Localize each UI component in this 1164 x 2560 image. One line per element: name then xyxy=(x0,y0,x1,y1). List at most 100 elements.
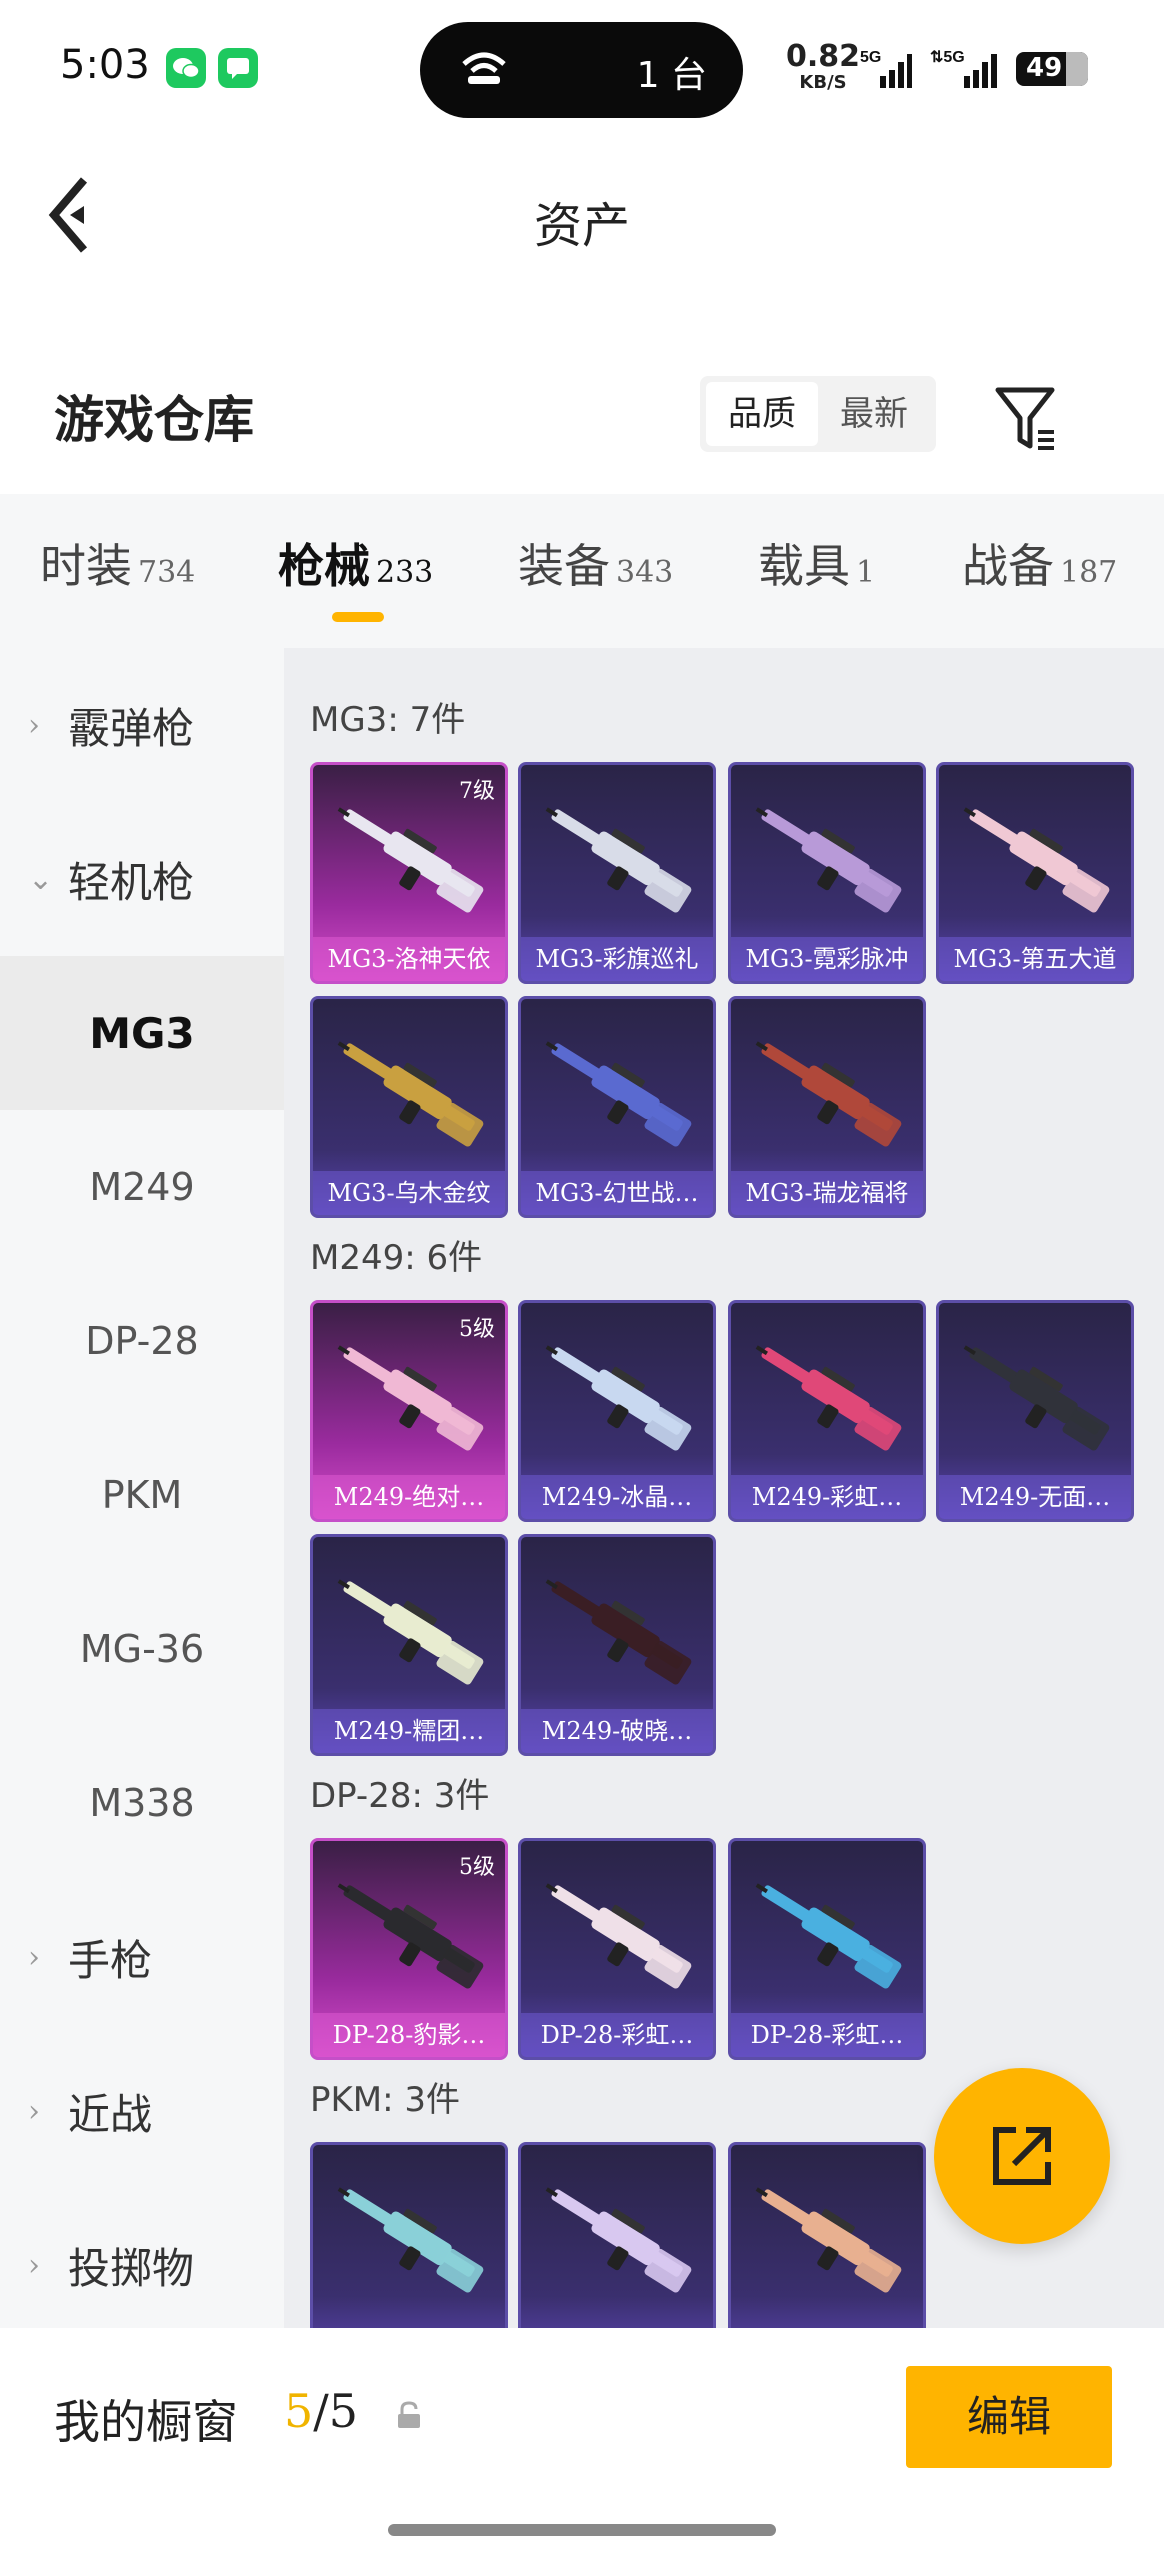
weapon-skin-icon xyxy=(545,807,692,913)
sort-by-newest[interactable]: 最新 xyxy=(818,382,930,446)
lock-icon xyxy=(398,2401,420,2428)
weapon-card[interactable]: 7级 MG3-洛神天依 xyxy=(310,762,508,984)
dynamic-island: 1 台 xyxy=(420,22,743,118)
share-icon xyxy=(993,2127,1051,2185)
chevron-right-icon: › xyxy=(28,707,40,743)
status-bar: 5:03 1 台 0.82 KB/S 5G ⇅5G 49 xyxy=(0,0,1164,140)
sidebar-item-label: M338 xyxy=(89,1781,195,1825)
group-title: MG3: 7件 xyxy=(310,700,466,740)
chevron-right-icon: › xyxy=(28,2093,40,2129)
weapon-card[interactable]: MG3-乌木金纹 xyxy=(310,996,508,1218)
weapon-skin-icon xyxy=(337,1345,484,1451)
sidebar-item-label: PKM xyxy=(101,1473,183,1517)
edit-button[interactable]: 编辑 xyxy=(906,2366,1112,2468)
weapon-card[interactable]: M249-冰晶… xyxy=(518,1300,716,1522)
sidebar-item-label: 投掷物 xyxy=(68,2243,195,2293)
weapon-card[interactable]: 5级 M249-绝对… xyxy=(310,1300,508,1522)
weapon-skin-icon xyxy=(337,1041,484,1147)
active-tab-indicator xyxy=(332,612,384,622)
weapon-category-sidebar: › 霰弹枪 ⌄ 轻机枪 MG3 M249 DP-28 PKM MG-36 M338 › 手枪 › 近战 › 投… xyxy=(0,648,284,2328)
sidebar-item-霰弹枪[interactable]: › 霰弹枪 xyxy=(0,648,284,802)
weapon-skin-icon xyxy=(963,1345,1110,1451)
sidebar-item-手枪[interactable]: › 手枪 xyxy=(0,1880,284,2034)
weapon-card[interactable] xyxy=(728,2142,926,2328)
showcase-bar: 我的橱窗 5/5 编辑 xyxy=(0,2328,1164,2560)
chevron-down-icon: ⌄ xyxy=(28,861,54,897)
weapon-name: M249-破晓… xyxy=(521,1709,713,1753)
sidebar-item-label: 手枪 xyxy=(68,1935,153,1985)
weapon-skin-icon xyxy=(337,2187,484,2293)
sidebar-item-mg-36[interactable]: MG-36 xyxy=(0,1572,284,1726)
tab-supplies[interactable]: 战备 187 xyxy=(962,530,1117,610)
weapon-name: M249-彩虹… xyxy=(731,1475,923,1519)
weapon-card[interactable]: MG3-第五大道 xyxy=(936,762,1134,984)
filter-button[interactable] xyxy=(990,380,1070,460)
weapon-name: MG3-幻世战… xyxy=(521,1171,713,1215)
sidebar-item-mg3[interactable]: MG3 xyxy=(0,956,284,1110)
tab-firearms[interactable]: 枪械 233 xyxy=(278,530,433,610)
weapon-skin-icon xyxy=(545,1041,692,1147)
weapon-name: M249-糯团… xyxy=(313,1709,505,1753)
sort-by-quality[interactable]: 品质 xyxy=(706,382,818,446)
weapon-skin-icon xyxy=(963,807,1110,913)
weapon-card[interactable]: MG3-霓彩脉冲 xyxy=(728,762,926,984)
weapon-skin-icon xyxy=(337,1579,484,1685)
weapon-card[interactable]: MG3-幻世战… xyxy=(518,996,716,1218)
signal-5g-icon: 5G xyxy=(860,49,912,88)
filter-icon xyxy=(995,387,1055,450)
weapon-card[interactable]: 5级 DP-28-豹影… xyxy=(310,1838,508,2060)
sidebar-item-dp-28[interactable]: DP-28 xyxy=(0,1264,284,1418)
wechat-icon xyxy=(166,48,206,88)
tab-equipment[interactable]: 装备 343 xyxy=(518,530,673,610)
status-time: 5:03 xyxy=(60,42,150,88)
showcase-label: 我的橱窗 xyxy=(54,2395,238,2449)
weapon-skin-icon xyxy=(755,2187,902,2293)
weapon-card[interactable]: M249-无面… xyxy=(936,1300,1134,1522)
group-title: DP-28: 3件 xyxy=(310,1776,490,1816)
weapon-name: M249-绝对… xyxy=(313,1475,505,1519)
sidebar-item-pkm[interactable]: PKM xyxy=(0,1418,284,1572)
group-title: M249: 6件 xyxy=(310,1238,483,1278)
weapon-skin-icon xyxy=(337,1883,484,1989)
share-button[interactable] xyxy=(934,2068,1110,2244)
weapon-card[interactable]: DP-28-彩虹… xyxy=(518,1838,716,2060)
sidebar-item-label: 霰弹枪 xyxy=(68,703,195,753)
weapon-name: MG3-第五大道 xyxy=(939,937,1131,981)
weapon-card[interactable]: M249-彩虹… xyxy=(728,1300,926,1522)
island-text: 1 台 xyxy=(636,55,707,96)
weapon-card[interactable] xyxy=(518,2142,716,2328)
wifi-icon xyxy=(462,52,506,84)
sidebar-item-m338[interactable]: M338 xyxy=(0,1726,284,1880)
weapon-card[interactable]: MG3-瑞龙福将 xyxy=(728,996,926,1218)
message-icon xyxy=(218,48,258,88)
svg-text:⇅5G: ⇅5G xyxy=(930,49,965,66)
sidebar-item-m249[interactable]: M249 xyxy=(0,1110,284,1264)
warehouse-title: 游戏仓库 xyxy=(54,391,254,449)
weapon-card[interactable]: M249-糯团… xyxy=(310,1534,508,1756)
sidebar-item-label: DP-28 xyxy=(85,1319,199,1363)
weapon-skin-icon xyxy=(755,1041,902,1147)
sidebar-item-近战[interactable]: › 近战 xyxy=(0,2034,284,2188)
chevron-right-icon: › xyxy=(28,1939,40,1975)
level-badge: 5级 xyxy=(459,1317,495,1342)
sidebar-item-label: 近战 xyxy=(68,2089,153,2139)
category-tabs: 时装 734 枪械 233 装备 343 载具 1 战备 187 xyxy=(0,494,1164,648)
showcase-count: 5/5 xyxy=(284,2384,359,2438)
tab-fashion[interactable]: 时装 734 xyxy=(40,530,195,610)
weapon-name: M249-无面… xyxy=(939,1475,1131,1519)
sidebar-item-投掷物[interactable]: › 投掷物 xyxy=(0,2188,284,2342)
weapon-card[interactable] xyxy=(310,2142,508,2328)
weapon-card[interactable]: DP-28-彩虹… xyxy=(728,1838,926,2060)
weapon-card[interactable]: MG3-彩旗巡礼 xyxy=(518,762,716,984)
level-badge: 7级 xyxy=(459,779,495,804)
weapon-skin-icon xyxy=(545,2187,692,2293)
weapon-card[interactable]: M249-破晓… xyxy=(518,1534,716,1756)
level-badge: 5级 xyxy=(459,1855,495,1880)
weapon-name: DP-28-豹影… xyxy=(313,2013,505,2057)
tab-vehicles[interactable]: 载具 1 xyxy=(758,530,875,610)
home-indicator xyxy=(388,2524,776,2536)
weapon-name: MG3-乌木金纹 xyxy=(313,1171,505,1215)
sidebar-item-轻机枪[interactable]: ⌄ 轻机枪 xyxy=(0,802,284,956)
weapon-skin-icon xyxy=(545,1345,692,1451)
weapon-skin-icon xyxy=(755,807,902,913)
